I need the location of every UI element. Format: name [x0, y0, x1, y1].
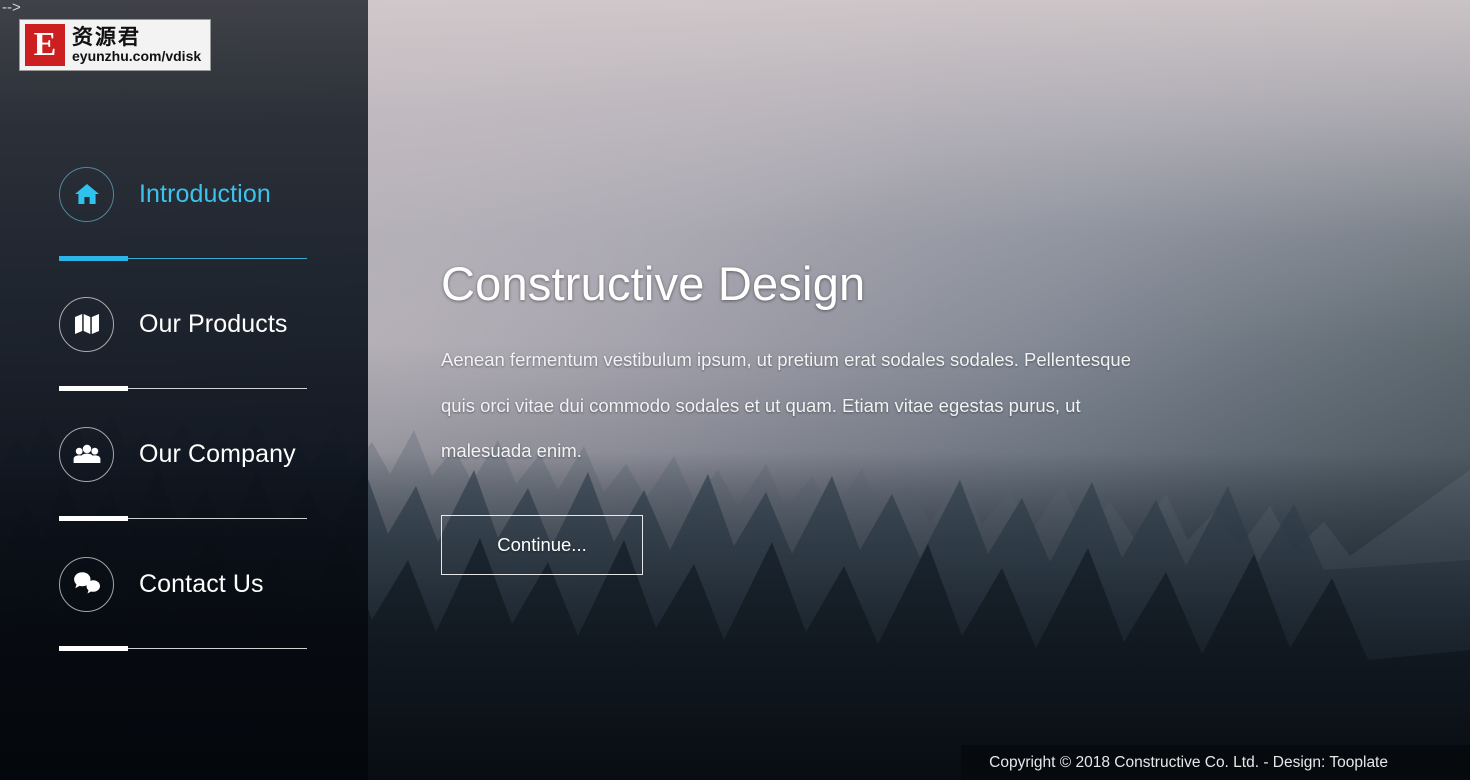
watermark-logo: E 资源君 eyunzhu.com/vdisk [19, 19, 211, 71]
hero-description: Aenean fermentum vestibulum ipsum, ut pr… [441, 349, 1132, 461]
page-title: Constructive Design [441, 257, 866, 310]
map-icon [59, 296, 114, 352]
sidebar-item-label: Contact Us [139, 569, 264, 598]
home-icon [59, 166, 114, 222]
watermark-e-badge: E [25, 24, 65, 66]
sidebar-item-our-company[interactable]: Our Company [0, 410, 368, 540]
sidebar-nav: Introduction Our Products Our Company Co… [0, 150, 368, 670]
copyright-text: Copyright © 2018 Constructive Co. Ltd. -… [989, 753, 1388, 771]
people-icon [59, 426, 114, 482]
html-comment-artifact: --> [2, 0, 21, 16]
progress-fill [59, 646, 129, 651]
progress-fill [59, 516, 129, 521]
sidebar-item-row[interactable]: Our Products [0, 280, 368, 368]
sidebar-item-progress [59, 256, 307, 261]
sidebar-item-label: Our Products [139, 309, 288, 338]
sidebar-item-row[interactable]: Our Company [0, 410, 368, 498]
sidebar: Introduction Our Products Our Company Co… [0, 0, 368, 780]
main-content: Constructive Design Aenean fermentum ves… [441, 0, 1470, 780]
sidebar-item-progress [59, 516, 307, 521]
watermark-letter: E [33, 26, 57, 63]
continue-button[interactable]: Continue... [441, 515, 643, 575]
sidebar-item-label: Our Company [139, 439, 296, 468]
sidebar-item-introduction[interactable]: Introduction [0, 150, 368, 280]
watermark-cn-label: 资源君 [72, 24, 141, 49]
sidebar-item-our-products[interactable]: Our Products [0, 280, 368, 410]
page-root: Introduction Our Products Our Company Co… [0, 0, 1470, 780]
watermark-text: 资源君 eyunzhu.com/vdisk [72, 24, 202, 64]
sidebar-item-label: Introduction [139, 179, 271, 208]
watermark-url: eyunzhu.com/vdisk [72, 47, 202, 64]
comments-icon [59, 556, 114, 612]
progress-fill [59, 386, 129, 391]
sidebar-item-progress [59, 386, 307, 391]
sidebar-item-progress [59, 646, 307, 651]
sidebar-item-row[interactable]: Introduction [0, 150, 368, 238]
progress-fill [59, 256, 129, 261]
footer: Copyright © 2018 Constructive Co. Ltd. -… [961, 745, 1470, 780]
sidebar-item-row[interactable]: Contact Us [0, 540, 368, 628]
sidebar-item-contact-us[interactable]: Contact Us [0, 540, 368, 670]
